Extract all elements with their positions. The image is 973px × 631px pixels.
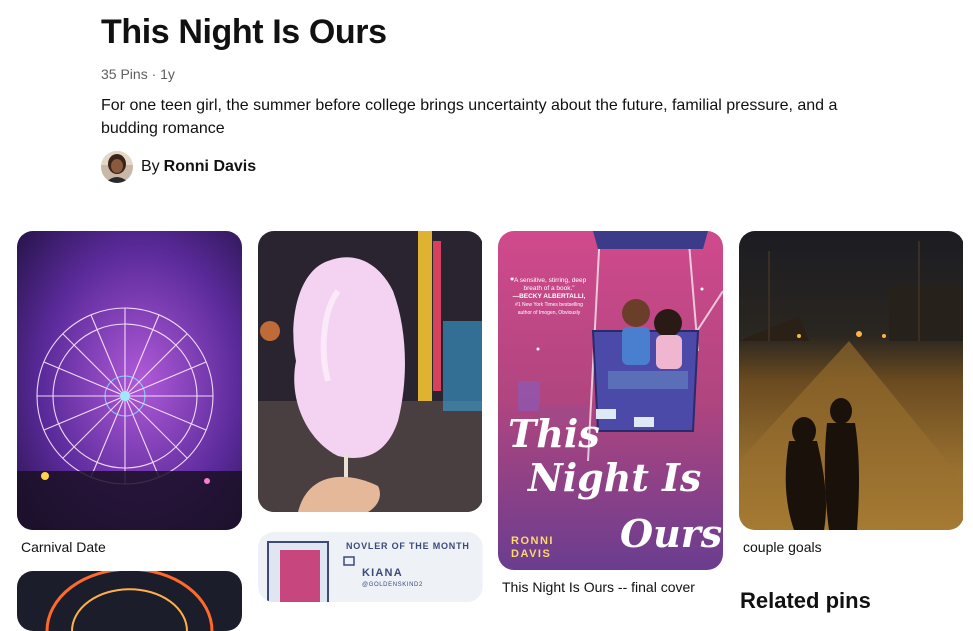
pin-book-cover[interactable]: “A sensitive, stirring, deep breath of a… [498,231,723,595]
pin-novler-of-the-month[interactable]: NOVLER OF THE MONTH KIANA @GOLDENSKIND2 [258,532,483,602]
pin-carnival-date[interactable]: Carnival Date [17,231,242,555]
novler-heading: NOVLER OF THE MONTH [346,541,470,551]
ferris-wheel-photo-partial[interactable] [17,571,242,631]
cotton-candy-carnival-photo[interactable] [258,231,483,512]
cover-author-line1: RONNI [511,535,554,547]
cover-quote-author: —BECKY ALBERTALLI, [512,293,586,300]
cover-quote-credit-2: author of Imogen, Obviously [517,310,581,316]
novler-name: KIANA [362,567,403,579]
pin-caption[interactable]: This Night Is Ours -- final cover [502,578,695,596]
couple-silhouette-street-photo[interactable] [739,231,964,530]
board-owner[interactable]: By Ronni Davis [101,151,256,183]
pin-caption[interactable]: Carnival Date [21,538,106,556]
novler-of-the-month-graphic[interactable]: NOVLER OF THE MONTH KIANA @GOLDENSKIND2 [258,532,483,602]
cover-quote-credit-1: #1 New York Times bestselling [515,302,583,308]
cover-quote: “A sensitive, stirring, deep breath of a… [511,277,587,317]
board-meta: 35 Pins · 1y [101,66,175,82]
board-description: For one teen girl, the summer before col… [101,97,838,137]
cover-title-line2: Night Is [528,455,702,500]
avatar[interactable] [101,151,133,183]
cover-author: RONNI DAVIS [511,535,554,561]
cover-quote-text: “A sensitive, stirring, deep breath of a… [511,277,587,292]
pin-couple-goals[interactable]: couple goals [739,231,964,555]
cover-title-line1: This [508,411,600,456]
pin-caption[interactable]: couple goals [743,538,822,556]
cover-title-line3: Ours [620,511,723,556]
book-cover-illustration[interactable]: “A sensitive, stirring, deep breath of a… [498,231,723,570]
ferris-wheel-night-photo[interactable] [17,231,242,530]
section-title-partial: Related pins [740,588,871,613]
pin-cotton-candy[interactable] [258,231,483,512]
board-title: This Night Is Ours [101,13,387,51]
owner-name-link[interactable]: Ronni Davis [164,158,256,175]
owner-prefix: By [141,158,160,175]
novler-handle: @GOLDENSKIND2 [362,582,423,588]
cover-author-line2: DAVIS [511,548,552,560]
pin-ferris-wheel-partial[interactable] [17,571,242,631]
owner-byline: By Ronni Davis [141,158,256,176]
